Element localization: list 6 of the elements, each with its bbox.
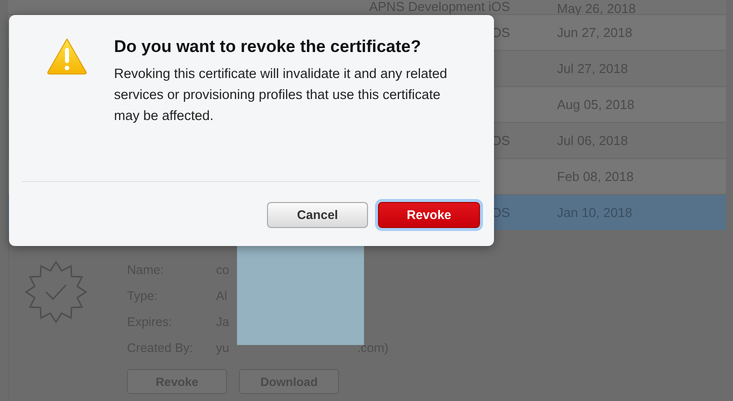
certificate-badge-icon <box>25 261 87 323</box>
dialog-title: Do you want to revoke the certificate? <box>114 37 422 57</box>
warning-icon <box>46 37 88 75</box>
revoke-button[interactable]: Revoke <box>378 202 480 228</box>
dialog-message: Revoking this certificate will invalidate it and any related services or provisioning profiles that use this certificate may be affected. <box>114 65 448 125</box>
cancel-button[interactable]: Cancel <box>267 202 368 228</box>
